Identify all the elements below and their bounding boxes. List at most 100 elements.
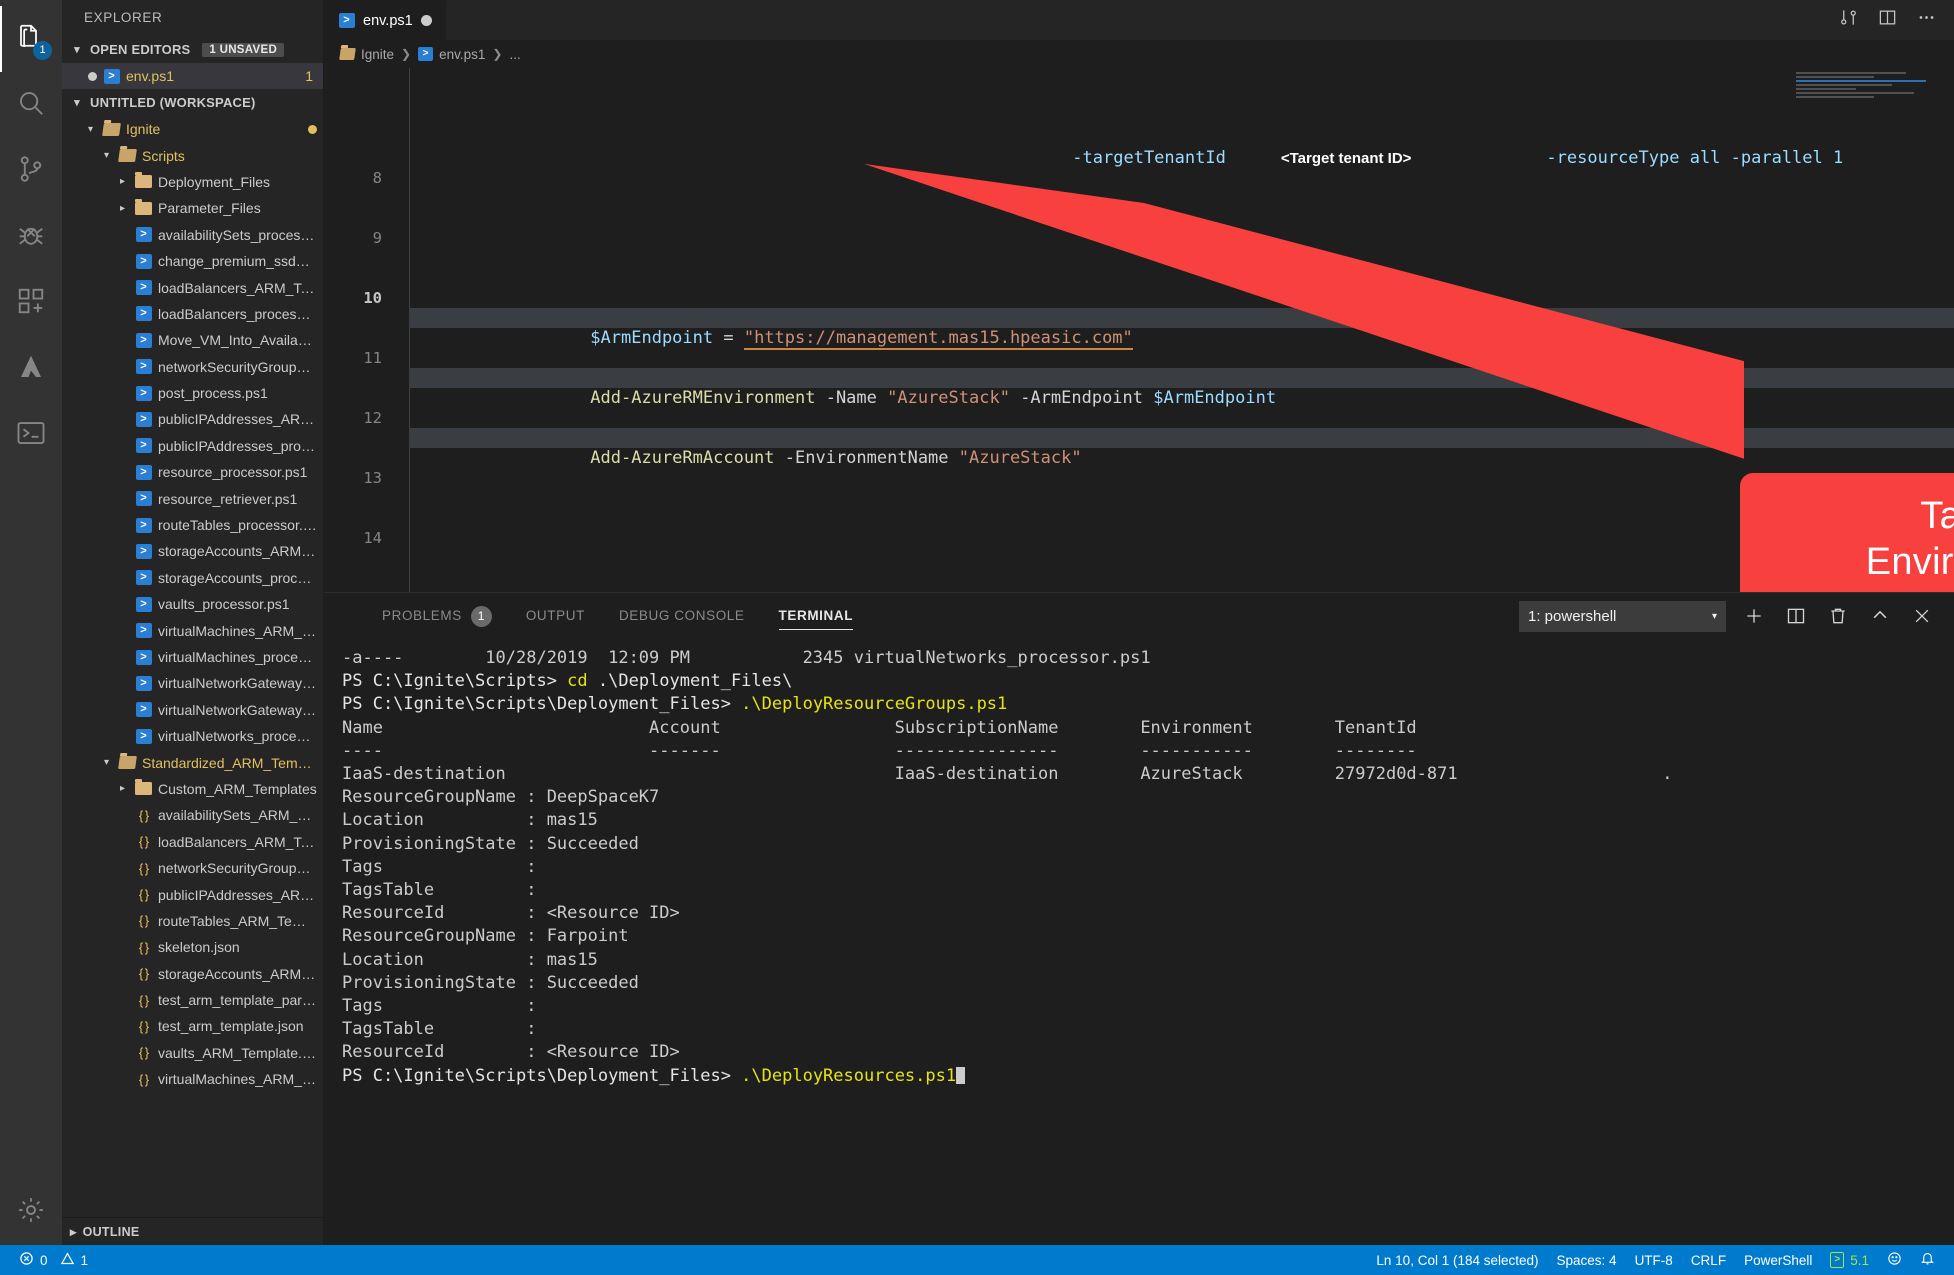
panel-tab-label: PROBLEMS — [382, 608, 462, 623]
panel-tab-output[interactable]: OUTPUT — [526, 593, 585, 639]
split-terminal-icon[interactable] — [1782, 602, 1810, 630]
tree-item[interactable]: > resource_processor.ps1 — [62, 459, 323, 485]
tree-item[interactable]: > storageAccounts_ARM_Templ... — [62, 538, 323, 564]
tab-dirty-indicator[interactable] — [420, 15, 432, 26]
breadcrumb-item-symbol[interactable]: ... — [509, 47, 520, 62]
outline-label: OUTLINE — [82, 1224, 140, 1239]
tree-item[interactable]: > loadBalancers_ARM_Template... — [62, 274, 323, 300]
tree-item[interactable]: ▾ Ignite — [62, 116, 323, 142]
status-notifications[interactable] — [1911, 1245, 1944, 1275]
tree-item[interactable]: { } availabilitySets_ARM_Templat... — [62, 802, 323, 828]
tree-item[interactable]: > post_process.ps1 — [62, 380, 323, 406]
split-editor-icon[interactable] — [1878, 8, 1897, 32]
status-problems[interactable]: 0 1 — [10, 1245, 97, 1275]
activity-azure[interactable] — [0, 336, 62, 402]
tree-item[interactable]: { } skeleton.json — [62, 934, 323, 960]
code-surface: 8 9 10 11 12 13 14 15 16 17 18 19 — [324, 68, 1954, 592]
tab-env-ps1[interactable]: > env.ps1 — [324, 0, 447, 40]
terminal-line: ResourceGroupName : DeepSpaceK7 — [342, 787, 660, 808]
status-label: UTF-8 — [1634, 1252, 1673, 1268]
workspace-header[interactable]: ▾ UNTITLED (WORKSPACE) — [62, 89, 323, 116]
outline-section[interactable]: ▸ OUTLINE — [62, 1217, 323, 1245]
tree-item[interactable]: > networkSecurityGroups_proce... — [62, 354, 323, 380]
tree-item[interactable]: { } test_arm_template.json — [62, 1013, 323, 1039]
powershell-file-icon: > — [135, 701, 152, 718]
maximize-panel-icon[interactable] — [1866, 602, 1894, 630]
activity-explorer[interactable]: 1 — [0, 6, 62, 72]
status-powershell-version[interactable]: > 5.1 — [1821, 1245, 1878, 1275]
add-terminal-icon[interactable] — [1740, 602, 1768, 630]
kill-terminal-icon[interactable] — [1824, 602, 1852, 630]
open-editor-item-env[interactable]: > env.ps1 1 — [62, 63, 323, 89]
activity-powershell[interactable] — [0, 402, 62, 468]
tree-item[interactable]: > resource_retriever.ps1 — [62, 485, 323, 511]
status-label: Spaces: 4 — [1556, 1252, 1617, 1268]
status-language-mode[interactable]: PowerShell — [1735, 1245, 1821, 1275]
tree-item-label: test_arm_template.json — [158, 1018, 304, 1035]
tree-item[interactable]: > virtualNetworkGateways_ARM... — [62, 670, 323, 696]
tree-item[interactable]: > virtualNetworks_processor.ps1 — [62, 723, 323, 749]
placeholder-target-tenant: <Target tenant ID> — [1280, 150, 1412, 167]
tree-item[interactable]: > vaults_processor.ps1 — [62, 591, 323, 617]
sidebar: EXPLORER ▾ OPEN EDITORS 1 UNSAVED > env.… — [62, 0, 324, 1245]
code-editor[interactable]: 8 9 10 11 12 13 14 15 16 17 18 19 — [324, 68, 1954, 592]
panel-tab-terminal[interactable]: TERMINAL — [778, 593, 854, 639]
status-cursor-position[interactable]: Ln 10, Col 1 (184 selected) — [1367, 1245, 1547, 1275]
tree-item[interactable]: > Move_VM_Into_AvailabilitySet... — [62, 327, 323, 353]
tree-item[interactable]: { } networkSecurityGroups_ARM_... — [62, 855, 323, 881]
tree-item[interactable]: { } publicIPAddresses_ARM_Temp... — [62, 881, 323, 907]
activity-search[interactable] — [0, 72, 62, 138]
tree-item[interactable]: { } loadBalancers_ARM_Template... — [62, 829, 323, 855]
breadcrumb-item-ignite[interactable]: Ignite — [339, 47, 394, 62]
tree-item[interactable]: > virtualMachines_processor.ps1 — [62, 644, 323, 670]
tree-item[interactable]: ▾ Standardized_ARM_Templates — [62, 749, 323, 775]
open-editors-header[interactable]: ▾ OPEN EDITORS 1 UNSAVED — [62, 36, 323, 63]
activity-debug[interactable] — [0, 204, 62, 270]
panel-tab-debug-console[interactable]: DEBUG CONSOLE — [619, 593, 745, 639]
status-feedback[interactable] — [1878, 1245, 1911, 1275]
tree-item[interactable]: ▸ Parameter_Files — [62, 195, 323, 221]
open-changes-icon[interactable] — [1839, 8, 1858, 32]
tree-item[interactable]: { } virtualMachines_ARM_Templat... — [62, 1066, 323, 1092]
powershell-terminal-icon — [16, 418, 46, 453]
tree-item[interactable]: > routeTables_processor.ps1 — [62, 512, 323, 538]
status-encoding[interactable]: UTF-8 — [1626, 1245, 1682, 1275]
terminal-line: Location : mas15 — [342, 949, 598, 970]
tree-item[interactable]: > virtualMachines_ARM_Templat... — [62, 617, 323, 643]
tree-item[interactable]: > change_premium_ssd_to_stan... — [62, 248, 323, 274]
tree-item[interactable]: ▸ Deployment_Files — [62, 169, 323, 195]
status-bar-right: Ln 10, Col 1 (184 selected) Spaces: 4 UT… — [1367, 1245, 1944, 1275]
status-eol[interactable]: CRLF — [1682, 1245, 1735, 1275]
powershell-file-icon: > — [135, 596, 152, 613]
tree-item[interactable]: { } vaults_ARM_Template.json — [62, 1040, 323, 1066]
powershell-file-icon: > — [418, 47, 434, 61]
folder-icon — [118, 147, 137, 164]
tree-item[interactable]: ▸ Custom_ARM_Templates — [62, 776, 323, 802]
activity-extensions[interactable] — [0, 270, 62, 336]
terminal-output[interactable]: -a---- 10/28/2019 12:09 PM 2345 virtualN… — [324, 639, 1954, 1245]
tree-item[interactable]: > publicIPAddresses_ARM_Temp... — [62, 406, 323, 432]
tree-item[interactable]: > loadBalancers_processor.ps1 — [62, 301, 323, 327]
tree-item[interactable]: { } storageAccounts_ARM_Templ... — [62, 961, 323, 987]
breadcrumb-item-file[interactable]: > env.ps1 — [418, 47, 485, 62]
json-file-icon: { } — [138, 860, 149, 876]
tree-item-label: storageAccounts_ARM_Templ... — [158, 543, 317, 560]
tree-item[interactable]: > availabilitySets_processor.ps1 — [62, 222, 323, 248]
activity-settings[interactable] — [0, 1179, 62, 1245]
close-panel-icon[interactable] — [1908, 602, 1936, 630]
tree-item-label: vaults_ARM_Template.json — [158, 1044, 317, 1061]
tree-item[interactable]: { } test_arm_template_parameter... — [62, 987, 323, 1013]
status-indentation[interactable]: Spaces: 4 — [1548, 1245, 1626, 1275]
terminal-selector[interactable]: 1: powershell ▾ — [1519, 600, 1726, 632]
tree-item[interactable]: { } routeTables_ARM_Template.json — [62, 908, 323, 934]
tree-item[interactable]: > publicIPAddresses_processor... — [62, 433, 323, 459]
tree-item[interactable]: > virtualNetworkGateways_proc... — [62, 697, 323, 723]
tree-item[interactable]: > storageAccounts_processor.ps1 — [62, 565, 323, 591]
line-number — [324, 108, 392, 128]
minimap[interactable] — [1792, 70, 1940, 122]
more-actions-icon[interactable] — [1917, 8, 1936, 32]
panel-tab-problems[interactable]: PROBLEMS 1 — [382, 593, 492, 639]
activity-source-control[interactable] — [0, 138, 62, 204]
tree-item[interactable]: ▾ Scripts — [62, 142, 323, 168]
line-number: 11 — [363, 349, 382, 367]
